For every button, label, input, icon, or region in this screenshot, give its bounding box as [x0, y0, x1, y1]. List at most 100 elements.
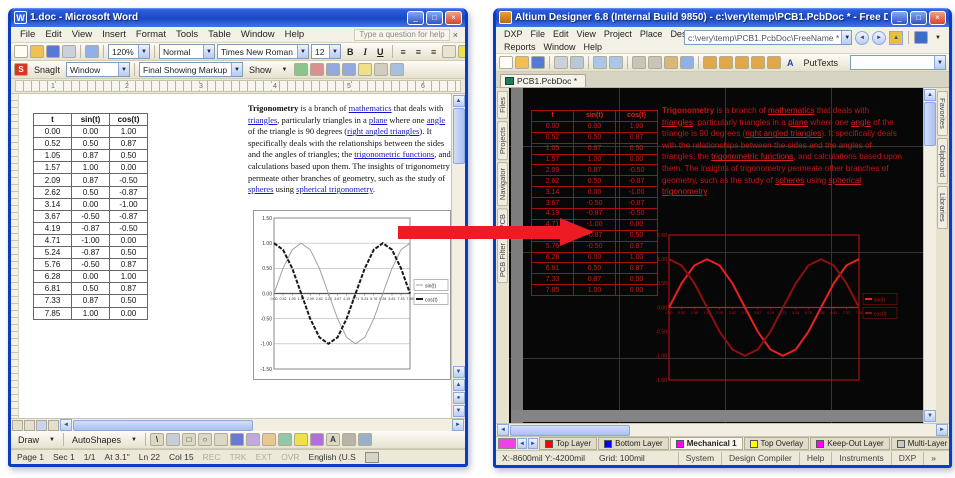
open-folder-icon[interactable]: [30, 45, 44, 58]
rectangle-icon[interactable]: □: [182, 433, 196, 446]
vertical-scrollbar[interactable]: ▲ ▼ ▲ ● ▼: [451, 94, 465, 418]
open-document-icon[interactable]: [515, 56, 529, 69]
hyperlink[interactable]: triangles: [662, 118, 693, 127]
arrow-icon[interactable]: [166, 433, 180, 446]
document-close-icon[interactable]: ×: [450, 30, 461, 40]
hyperlink[interactable]: spheres: [775, 176, 804, 185]
previous-change-icon[interactable]: [326, 63, 340, 76]
track-changes-icon[interactable]: [374, 63, 388, 76]
scrollbar-thumb[interactable]: [73, 420, 253, 431]
menu-project[interactable]: Project: [600, 29, 636, 39]
clip-art-icon[interactable]: [262, 433, 276, 446]
print-preview-icon[interactable]: [570, 56, 584, 69]
save-icon[interactable]: [46, 45, 60, 58]
next-change-icon[interactable]: [342, 63, 356, 76]
zoom-fit-icon[interactable]: [609, 56, 623, 69]
menu-tools[interactable]: Tools: [171, 28, 203, 41]
layer-tab-multi-layer[interactable]: Multi-Layer: [891, 437, 949, 450]
restore-button[interactable]: □: [910, 11, 927, 25]
autoshapes-menu-button[interactable]: AutoShapes: [68, 434, 125, 446]
word-titlebar[interactable]: W 1.doc - Microsoft Word _ □ ×: [11, 8, 465, 27]
italic-button[interactable]: I: [360, 46, 372, 58]
insert-comment-icon[interactable]: [358, 63, 372, 76]
minimize-button[interactable]: _: [407, 11, 424, 25]
chevron-down-icon[interactable]: ▼: [297, 45, 308, 58]
close-button[interactable]: ×: [929, 11, 946, 25]
layer-scroll-left-icon[interactable]: ◄: [517, 438, 527, 449]
reject-change-icon[interactable]: [310, 63, 324, 76]
show-menu-button[interactable]: Show: [245, 64, 276, 76]
line-icon[interactable]: \: [150, 433, 164, 446]
hyperlink[interactable]: plane: [788, 118, 808, 127]
hyperlink[interactable]: angle: [851, 118, 871, 127]
altium-titlebar[interactable]: Altium Designer 6.8 (Internal Build 9850…: [496, 8, 949, 27]
3d-style-icon[interactable]: [358, 433, 372, 446]
new-document-icon[interactable]: [499, 56, 513, 69]
underline-button[interactable]: U: [373, 46, 388, 58]
menu-reports[interactable]: Reports: [500, 42, 540, 52]
forward-icon[interactable]: ►: [872, 31, 886, 45]
cut-icon[interactable]: [632, 56, 646, 69]
align-right-icon[interactable]: ≡: [427, 46, 440, 58]
up-one-level-icon[interactable]: ▲: [889, 31, 903, 45]
pcb-editor-canvas[interactable]: t sin(t) cos(t) 0.000.001.000.520.500.87…: [509, 88, 923, 423]
web-layout-view-button[interactable]: [24, 420, 35, 431]
panel-tab-navigator[interactable]: Navigator: [497, 162, 508, 206]
chevron-down-icon[interactable]: ▼: [138, 45, 149, 58]
panel-button-instruments[interactable]: Instruments: [831, 452, 890, 465]
picture-icon[interactable]: [278, 433, 292, 446]
scroll-up-icon[interactable]: ▲: [453, 95, 465, 107]
maximize-button[interactable]: □: [426, 11, 443, 25]
chevron-down-icon[interactable]: ▼: [841, 31, 852, 44]
vertical-scrollbar[interactable]: ▲ ▼: [923, 88, 936, 423]
hyperlink[interactable]: mathematics: [768, 106, 814, 115]
style-combo[interactable]: Normal▼: [159, 44, 215, 59]
horizontal-scrollbar[interactable]: ◄ ►: [496, 423, 949, 436]
hyperlink[interactable]: spherical trigonometry: [296, 184, 373, 194]
panel-tab-favorites[interactable]: Favorites: [937, 91, 948, 136]
layer-tab-bottom-layer[interactable]: Bottom Layer: [598, 437, 669, 450]
previous-page-icon[interactable]: ▲: [453, 379, 465, 391]
tab-pcb1-pcbdoc[interactable]: PCB1.PcbDoc *: [500, 74, 586, 87]
close-button[interactable]: ×: [445, 11, 462, 25]
new-document-icon[interactable]: [14, 45, 28, 58]
font-combo[interactable]: Times New Roman▼: [217, 44, 309, 59]
accept-change-icon[interactable]: [294, 63, 308, 76]
diagram-icon[interactable]: [246, 433, 260, 446]
display-for-review-combo[interactable]: Final Showing Markup▼: [139, 62, 243, 77]
menu-dxp[interactable]: DXP: [500, 29, 527, 39]
shadow-style-icon[interactable]: [342, 433, 356, 446]
hyperlink[interactable]: trigonometric functions: [711, 152, 793, 161]
place-via-icon[interactable]: [735, 56, 749, 69]
command-combo[interactable]: ▼: [850, 55, 946, 70]
paste-icon[interactable]: [664, 56, 678, 69]
layer-tab-top-layer[interactable]: Top Layer: [539, 437, 597, 450]
select-browse-object-icon[interactable]: ●: [453, 392, 465, 404]
menu-edit[interactable]: Edit: [549, 29, 573, 39]
copy-icon[interactable]: [648, 56, 662, 69]
menu-view[interactable]: View: [67, 28, 97, 41]
text-tool-icon[interactable]: A: [783, 57, 798, 69]
chevron-down-icon[interactable]: ▼: [931, 34, 945, 42]
draw-menu-button[interactable]: Draw: [14, 434, 43, 446]
word-art-icon[interactable]: [230, 433, 244, 446]
next-page-icon[interactable]: ▼: [453, 405, 465, 417]
scroll-right-icon[interactable]: ►: [452, 419, 464, 431]
fill-color-icon[interactable]: [294, 433, 308, 446]
chevron-down-icon[interactable]: ▼: [203, 45, 214, 58]
chevron-down-icon[interactable]: ▼: [231, 63, 242, 76]
chevron-down-icon[interactable]: ▼: [127, 436, 141, 444]
place-line-icon[interactable]: [703, 56, 717, 69]
menu-table[interactable]: Table: [203, 28, 236, 41]
menu-place[interactable]: Place: [636, 29, 667, 39]
scroll-down-icon[interactable]: ▼: [453, 366, 465, 378]
puttexts-button[interactable]: PutTexts: [800, 57, 843, 69]
place-polygon-icon[interactable]: [751, 56, 765, 69]
horizontal-scrollbar[interactable]: ◄ ►: [11, 418, 465, 431]
scroll-right-icon[interactable]: ►: [936, 424, 948, 436]
menu-file[interactable]: File: [15, 28, 40, 41]
bold-button[interactable]: B: [343, 46, 358, 58]
menu-view[interactable]: View: [573, 29, 600, 39]
print-layout-view-button[interactable]: [36, 420, 47, 431]
numbered-list-icon[interactable]: [442, 45, 456, 58]
